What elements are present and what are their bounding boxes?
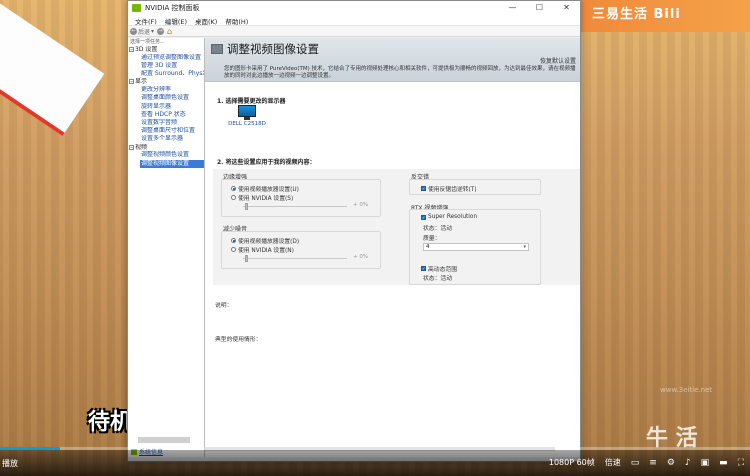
tree-category-video[interactable]: − 视频 — [128, 144, 204, 152]
window-title: NVIDIA 控制面板 — [145, 4, 200, 12]
nvidia-app-icon — [132, 4, 141, 12]
inverse-telecine-checkbox[interactable]: ✓ 使用反锯齿逆转(T) — [421, 184, 477, 193]
collapse-icon: − — [129, 47, 134, 52]
video-subtitle: 待机 — [88, 410, 133, 435]
forward-button[interactable]: → — [157, 27, 165, 35]
subtitle-icon[interactable]: ▭ — [631, 458, 640, 468]
tree-header: 选择一项任务... — [130, 39, 165, 45]
nvidia-control-panel-window: NVIDIA 控制面板 — ☐ ✕ 文件(F) 编辑(E) 桌面(K) 帮助(H… — [127, 0, 581, 462]
noise-slider-knob[interactable] — [245, 255, 248, 262]
widescreen-icon[interactable]: ▬ — [719, 458, 728, 468]
quality-button[interactable]: 1080P 60帧 — [549, 457, 595, 468]
home-icon: ⌂ — [167, 26, 173, 36]
edge-slider[interactable] — [243, 206, 347, 207]
watermark-url: www.3eitie.net — [660, 386, 713, 394]
hdr-checkbox[interactable]: ✓ 高动态范围 — [421, 264, 457, 273]
danmaku-icon[interactable]: ≡ — [649, 458, 657, 468]
tree-item-resolution[interactable]: 更改分辨率 — [128, 86, 204, 94]
edge-player-radio[interactable]: 使用视频播放器设置(U) — [231, 184, 299, 193]
edge-nvidia-radio[interactable]: 使用 NVIDIA 设置(S) — [231, 193, 293, 202]
collapse-icon: − — [129, 79, 134, 85]
back-button[interactable]: ← 后退 ▾ — [130, 27, 154, 36]
super-resolution-status: 状态：活动 — [423, 226, 452, 232]
toolbar: ← 后退 ▾ → ⌂ — [128, 26, 580, 37]
tree-horizontal-scrollbar[interactable] — [138, 437, 190, 443]
settings-icon[interactable]: ⚙ — [667, 458, 675, 468]
usage-label: 典型的使用情形： — [215, 337, 262, 343]
edge-slider-knob[interactable] — [245, 203, 248, 210]
explanation-label: 说明： — [215, 303, 233, 309]
home-button[interactable]: ⌂ — [167, 27, 172, 36]
noise-player-radio[interactable]: 使用视频播放器设置(D) — [231, 236, 299, 245]
page-description: 您的图形卡采用了 PureVideo(TM) 技术，它结合了专用的视频处理核心和… — [224, 66, 576, 80]
pip-icon[interactable]: ▣ — [701, 458, 710, 468]
menu-file[interactable]: 文件(F) — [131, 15, 161, 26]
tree-item-video-color[interactable]: 调整视频颜色设置 — [128, 151, 204, 159]
content-panel: 调整视频图像设置 恢复默认设置 您的图形卡采用了 PureVideo(TM) 技… — [205, 38, 580, 457]
section-apply-settings: 2. 将这些设置应用于我的视频内容： — [217, 159, 316, 166]
edge-value: + 0% — [353, 202, 369, 208]
hdr-status: 状态：活动 — [423, 276, 452, 282]
restore-defaults-link[interactable]: 恢复默认设置 — [540, 56, 576, 65]
forward-arrow-icon: → — [157, 27, 165, 35]
menu-bar: 文件(F) 编辑(E) 桌面(K) 帮助(H) — [128, 15, 580, 26]
tree-item-digital-audio[interactable]: 设置数字音频 — [128, 119, 204, 127]
quality-dropdown[interactable]: 4 ▾ — [423, 243, 529, 251]
player-controls: 播放 1080P 60帧 倍速 ▭ ≡ ⚙ ♪ ▣ ▬ ⛶ — [0, 450, 750, 476]
page-banner: 调整视频图像设置 恢复默认设置 您的图形卡采用了 PureVideo(TM) 技… — [205, 38, 580, 82]
section-select-display: 1. 选择需要更改的显示器 — [217, 98, 286, 105]
tree-item-multi-display[interactable]: 设置多个显示器 — [128, 135, 204, 143]
monitor-icon — [238, 105, 256, 117]
tree-item-surround-physx[interactable]: 配置 Surround、PhysX — [128, 70, 204, 78]
page-title: 调整视频图像设置 — [227, 42, 319, 56]
menu-edit[interactable]: 编辑(E) — [161, 15, 191, 26]
tree-item-desktop-size[interactable]: 调整桌面尺寸和位置 — [128, 127, 204, 135]
tree-item-desktop-color[interactable]: 调整桌面颜色设置 — [128, 94, 204, 102]
video-settings-icon — [211, 44, 223, 54]
tree-category-3d[interactable]: −3D 设置 — [128, 46, 204, 54]
tree-item-preview-image[interactable]: 通过预览调整图像设置 — [128, 54, 204, 62]
minimize-button[interactable]: — — [499, 1, 526, 15]
menu-help[interactable]: 帮助(H) — [221, 15, 252, 26]
monitor-tile[interactable]: DELL C2518D — [228, 105, 266, 127]
task-tree: 选择一项任务... −3D 设置 通过预览调整图像设置 管理 3D 设置 配置 … — [128, 38, 205, 457]
play-label[interactable]: 播放 — [2, 458, 18, 469]
noise-nvidia-radio[interactable]: 使用 NVIDIA 设置(N) — [231, 245, 294, 254]
speed-button[interactable]: 倍速 — [605, 457, 621, 468]
noise-value: + 0% — [353, 254, 369, 260]
title-bar: NVIDIA 控制面板 — ☐ ✕ — [128, 1, 580, 15]
tree-item-hdcp[interactable]: 查看 HDCP 状态 — [128, 111, 204, 119]
chevron-down-icon: ▾ — [523, 244, 526, 250]
tree-item-rotate-display[interactable]: 旋转显示器 — [128, 103, 204, 111]
noise-slider[interactable] — [243, 258, 347, 259]
tree-item-manage-3d[interactable]: 管理 3D 设置 — [128, 62, 204, 70]
quality-label: 质量： — [423, 236, 441, 242]
maximize-button[interactable]: ☐ — [526, 1, 553, 15]
monitor-label: DELL C2518D — [228, 121, 266, 127]
menu-desktop[interactable]: 桌面(K) — [191, 15, 221, 26]
back-arrow-icon: ← — [130, 27, 137, 35]
super-resolution-checkbox[interactable]: ✓ Super Resolution — [421, 214, 477, 220]
volume-icon[interactable]: ♪ — [685, 458, 691, 468]
collapse-icon: − — [129, 144, 134, 150]
tree-item-video-image[interactable]: 调整视频图像设置 — [140, 159, 204, 168]
close-button[interactable]: ✕ — [553, 1, 580, 15]
fullscreen-icon[interactable]: ⛶ — [738, 458, 744, 468]
tree-category-display[interactable]: − 显示 — [128, 78, 204, 86]
channel-logo: 三易生活 Bili — [592, 7, 681, 22]
